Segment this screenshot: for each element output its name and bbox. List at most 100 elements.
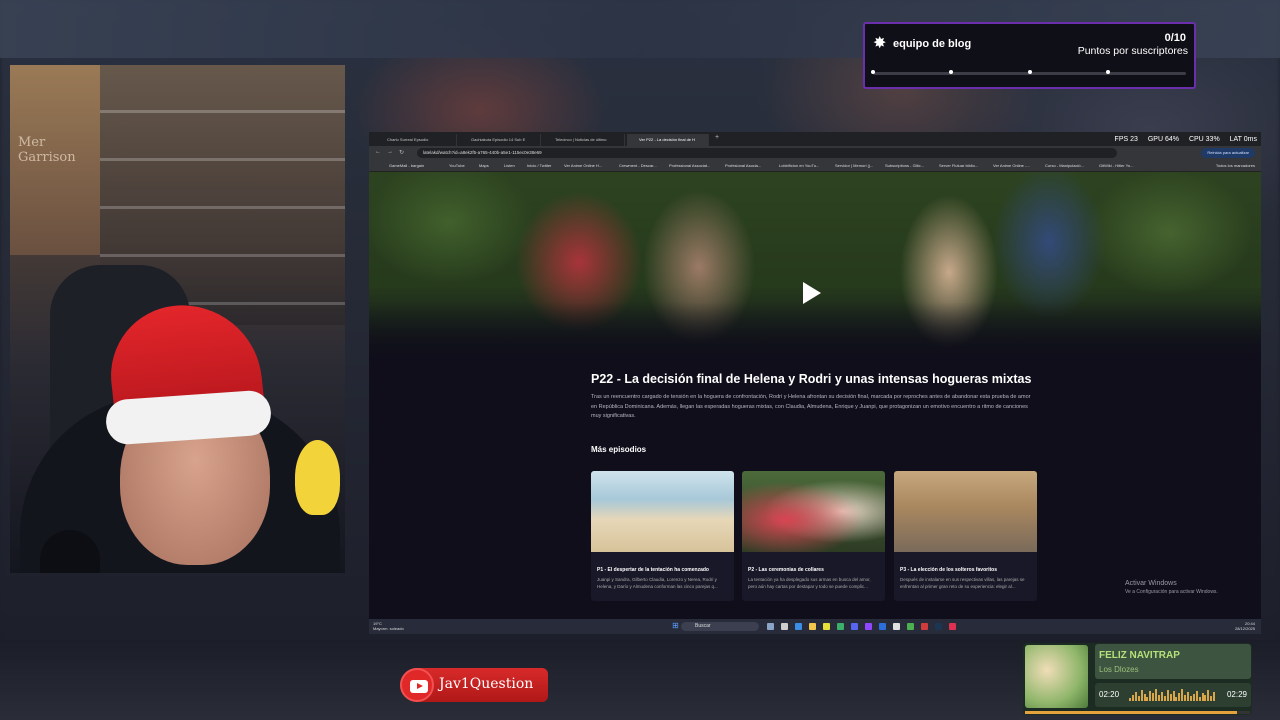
now-playing-widget: FELIZ NAVITRAP Los Dlozes 02:20 02:29 xyxy=(1023,643,1252,715)
edge-icon[interactable] xyxy=(795,623,802,630)
waveform-bar xyxy=(1181,689,1184,701)
waveform-bar xyxy=(1213,692,1216,701)
bookmark-item[interactable]: Inicio / Twitter xyxy=(527,163,551,168)
task-view-icon[interactable] xyxy=(767,623,774,630)
url-field[interactable]: latelakd/watch?id=a8ek2f5-a765-440b-a5e1… xyxy=(417,148,1117,158)
new-tab-icon[interactable]: + xyxy=(715,134,719,141)
channel-name: Jav1Question xyxy=(439,676,534,692)
file-explorer-icon[interactable] xyxy=(809,623,816,630)
waveform-bar xyxy=(1129,698,1131,701)
episode-card[interactable]: P1 - El despertar de la tentación ha com… xyxy=(591,471,734,601)
obs-icon[interactable] xyxy=(893,623,900,630)
waveform-bar xyxy=(1207,690,1210,701)
time-info: 02:20 02:29 xyxy=(1095,683,1251,707)
app-icon[interactable] xyxy=(935,623,942,630)
episode-card-title: P1 - El despertar de la tentación ha com… xyxy=(597,567,709,573)
lat-stat: LAT 0ms xyxy=(1229,136,1257,143)
app-icon[interactable] xyxy=(921,623,928,630)
discord-icon[interactable] xyxy=(851,623,858,630)
episode-card[interactable]: P2 - Las ceremonias de collares La tenta… xyxy=(742,471,885,601)
spotify-icon[interactable] xyxy=(837,623,844,630)
browser-tab[interactable]: Gachiakuta Episodio 14 Sub E xyxy=(459,134,541,146)
chrome-icon[interactable] xyxy=(907,623,914,630)
song-info: FELIZ NAVITRAP Los Dlozes xyxy=(1095,644,1251,679)
goal-count: 0/10 xyxy=(1164,32,1186,44)
waveform-bar xyxy=(1189,696,1192,701)
poster-text: Mer Garrison xyxy=(18,135,76,165)
taskbar-search[interactable]: Buscar xyxy=(681,622,759,631)
waveform-bar xyxy=(1160,692,1163,701)
bookmark-item[interactable]: Professional Associat... xyxy=(669,163,710,168)
song-artist: Los Dlozes xyxy=(1099,665,1139,674)
tray-date: 28/12/2025 xyxy=(1234,626,1255,631)
waveform-bar xyxy=(1155,689,1158,701)
bookmark-item[interactable]: GitWiki - Hitler Yo... xyxy=(1099,163,1133,168)
play-icon[interactable] xyxy=(803,282,821,304)
cpu-stat: CPU 33% xyxy=(1188,136,1220,143)
waveform-bar xyxy=(1169,694,1172,701)
windows-taskbar: 19°C Mayorm. soleado ⊞ Buscar 20:44 28/1… xyxy=(369,619,1261,634)
more-episodes-heading: Más episodios xyxy=(591,445,647,454)
activate-windows-watermark: Activar Windows xyxy=(1125,580,1177,587)
update-button[interactable]: Reinicia para actualizar xyxy=(1201,148,1255,158)
system-tray[interactable]: 20:44 28/12/2025 xyxy=(1235,621,1255,631)
bookmark-item[interactable]: Maps xyxy=(479,163,489,168)
twitch-icon[interactable] xyxy=(865,623,872,630)
bookmark-item[interactable]: Listen xyxy=(504,163,515,168)
bookmark-item[interactable]: YouTube xyxy=(449,163,465,168)
bookmark-item[interactable]: Servidor | Memori (j... xyxy=(835,163,873,168)
pikachu-figure xyxy=(295,440,340,515)
app-icon[interactable] xyxy=(949,623,956,630)
bookmark-item[interactable]: GameMall - bargain xyxy=(389,163,424,168)
waveform-bar xyxy=(1184,695,1187,701)
episode-card[interactable]: P3 - La elección de los solteros favorit… xyxy=(894,471,1037,601)
all-bookmarks[interactable]: Todos los marcadores xyxy=(1216,163,1255,168)
steam-icon[interactable] xyxy=(879,623,886,630)
waveform-bar xyxy=(1187,692,1189,701)
goal-progress-bar xyxy=(871,70,1186,75)
waveform-bar xyxy=(1131,695,1134,701)
browser-tab[interactable]: Telecinco | Noticias de último xyxy=(543,134,625,146)
browser-tab[interactable]: Charlo Surreal Epsodio xyxy=(375,134,457,146)
album-cover xyxy=(1025,645,1088,708)
bookmark-item[interactable]: Subscriptions - Glitc... xyxy=(885,163,924,168)
waveform-bar xyxy=(1166,690,1169,701)
reload-icon[interactable]: ↻ xyxy=(399,149,404,156)
bookmark-item[interactable]: Ver Anime Online -... xyxy=(993,163,1030,168)
notes-icon[interactable] xyxy=(823,623,830,630)
bookmark-item[interactable]: Lobbificion en YouTu... xyxy=(779,163,819,168)
waveform-bar xyxy=(1134,692,1137,701)
episode-description: Tras un reencuentro cargado de tensión e… xyxy=(591,394,1031,419)
back-icon[interactable]: ← xyxy=(375,149,381,155)
waveform-bar xyxy=(1172,691,1175,701)
bookmark-item[interactable]: Profesional Asocia... xyxy=(725,163,761,168)
waveform-bar xyxy=(1201,693,1204,701)
total-time: 02:29 xyxy=(1226,690,1247,699)
waveform-bar xyxy=(1140,690,1143,701)
windows-start-icon[interactable]: ⊞ xyxy=(672,622,679,630)
bookmark-item[interactable]: Server Flutuar biblio... xyxy=(939,163,978,168)
waveform-bar xyxy=(1198,697,1201,701)
waveform-bar xyxy=(1175,697,1178,701)
waveform-bar xyxy=(1204,695,1207,701)
widgets-icon[interactable] xyxy=(781,623,788,630)
bookmark-item[interactable]: Curso - Manipulació... xyxy=(1045,163,1084,168)
episode-thumbnail xyxy=(742,471,885,552)
weather-widget[interactable]: 19°C Mayorm. soleado xyxy=(373,621,404,631)
bookmark-item[interactable]: Ver Anime Online H... xyxy=(564,163,602,168)
playback-progress-track xyxy=(1025,711,1250,714)
waveform-bar xyxy=(1192,694,1195,701)
goal-milestone-dot xyxy=(871,70,875,74)
waveform-bar xyxy=(1152,693,1155,701)
subscriber-goal-widget: ✸ equipo de blog 0/10 Puntos por suscrip… xyxy=(863,22,1196,89)
forward-icon[interactable]: → xyxy=(387,149,393,155)
browser-window: Charlo Surreal Epsodio Gachiakuta Episod… xyxy=(369,132,1261,634)
waveform-bar xyxy=(1163,696,1166,701)
bookmark-item[interactable]: Crewment - Descar... xyxy=(619,163,657,168)
goal-title: equipo de blog xyxy=(893,38,972,50)
video-hero[interactable] xyxy=(369,172,1261,362)
hero-fade xyxy=(369,302,1261,362)
browser-tab-active[interactable]: Ver P22 - La decisión final de H xyxy=(627,134,709,146)
waveform-bar xyxy=(1146,697,1149,701)
youtube-channel-badge: Jav1Question xyxy=(400,668,548,702)
